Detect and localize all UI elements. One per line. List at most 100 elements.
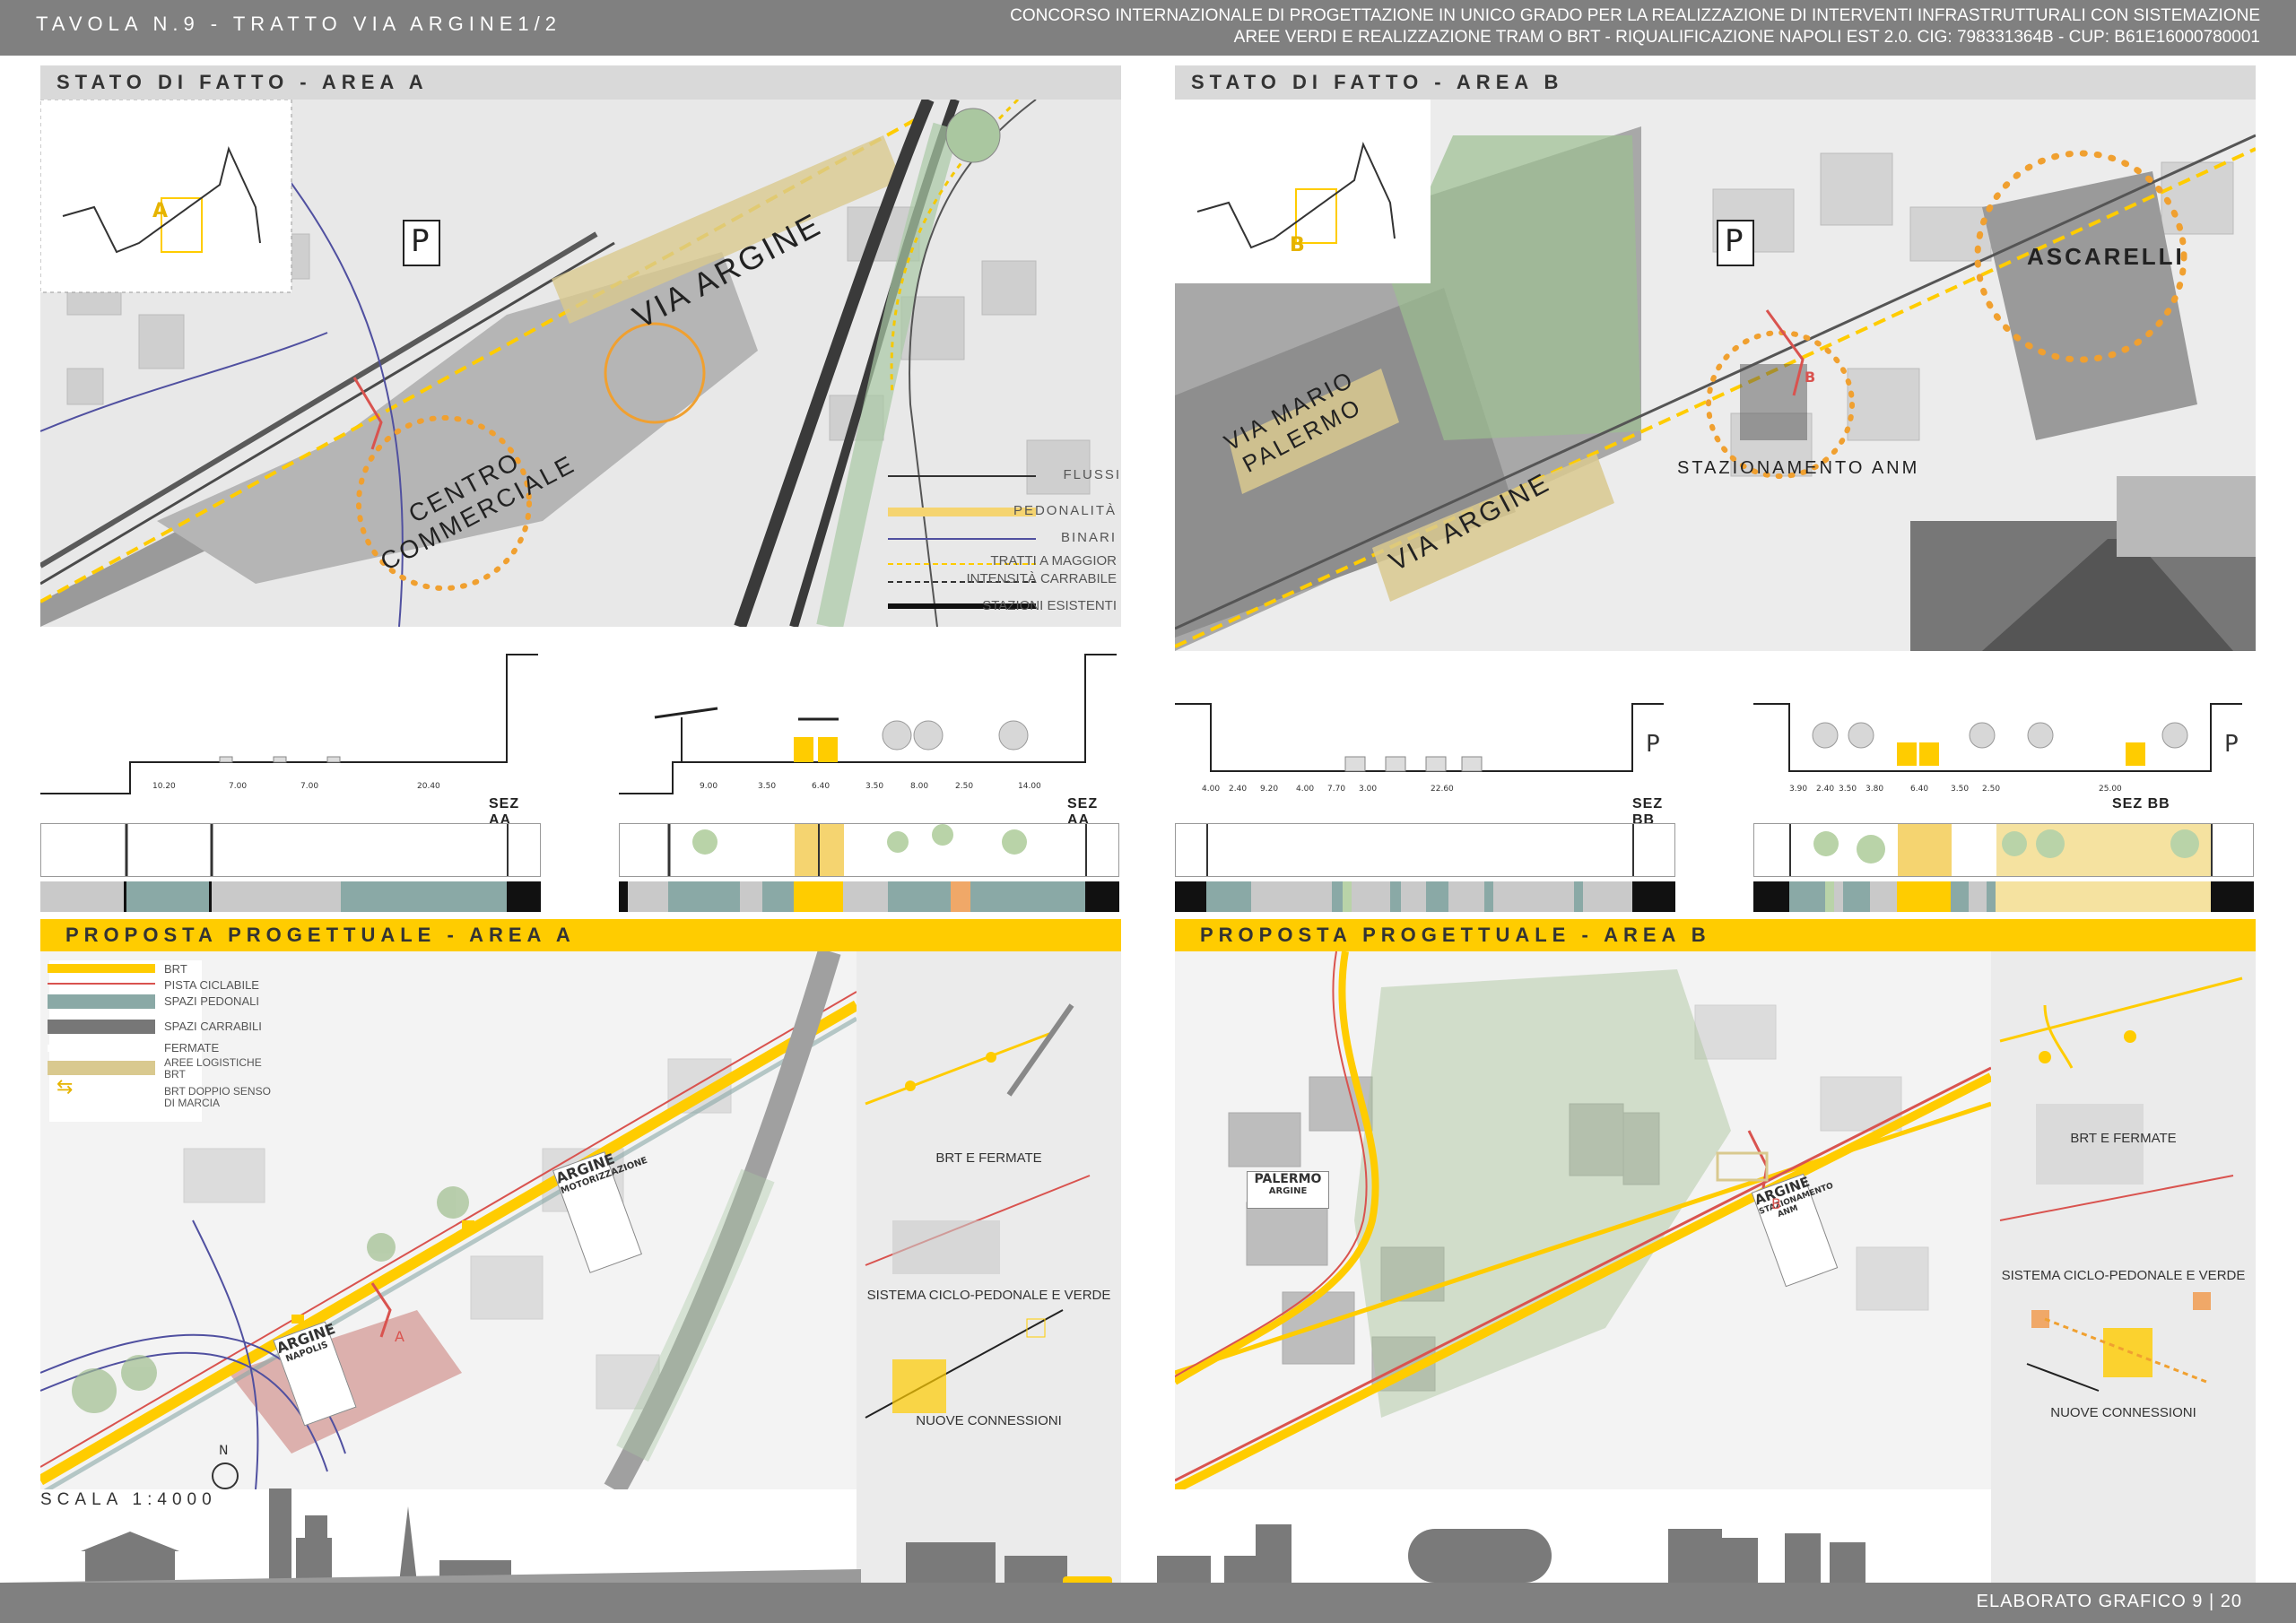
area-a-proposal-title: PROPOSTA PROGETTUALE - AREA A [40,919,1121,951]
plan-drawing [125,824,509,876]
section-b-existing: 4.00 2.40 9.20 4.00 7.70 3.00 22.60 P SE… [1175,646,1677,828]
caption-ciclo-pedonale-b: SISTEMA CICLO-PEDONALE E VERDE [2001,1268,2246,1283]
legend-doppio-senso: BRT DOPPIO SENSO DI MARCIA [164,1086,271,1109]
bar-drawing [124,881,541,912]
stop-palermo-argine: PALERMO ARGINE [1247,1171,1329,1209]
legend-tratti: TRATTI A MAGGIOR [990,553,1117,568]
key-map-letter-b: B [1290,234,1305,256]
dim-a-pr-4: 3.50 [865,782,884,791]
footer-bar [0,1583,2296,1623]
dim-b-pr-3: 3.50 [1839,785,1857,794]
section-b-existing-bar [1175,881,1675,912]
legend-aree-line2: BRT [164,1068,186,1081]
dim-a-ex-3: 7.00 [300,782,319,791]
scale-label: SCALA 1:4000 [40,1490,217,1509]
dim-b-pr-7: 2.50 [1982,785,2001,794]
legend-fermate: FERMATE [164,1041,220,1055]
dim-b-ex-4: 4.00 [1296,785,1315,794]
section-a-existing-drawing [40,654,538,794]
dim-a-pr-7: 14.00 [1018,782,1041,791]
plan-drawing [667,824,1087,876]
stop-name: PALERMO [1254,1172,1322,1186]
dim-b-ex-3: 9.20 [1260,785,1279,794]
caption-nuove-connessioni: NUOVE CONNESSIONI [916,1413,1062,1428]
section-a-project-plan [619,823,1119,877]
legend-pedonalita: PEDONALITÀ [1013,503,1117,518]
dim-a-pr-3: 6.40 [812,782,831,791]
dim-b-ex-5: 7.70 [1327,785,1346,794]
svg-text:⇆: ⇆ [57,1076,73,1098]
plan-drawing [1789,824,2213,876]
section-a-project-bar [619,881,1119,912]
area-b-state-title: STATO DI FATTO - AREA B [1175,65,2256,100]
dim-a-pr-5: 8.00 [910,782,929,791]
dim-b-ex-7: 22.60 [1431,785,1454,794]
bar-drawing [1175,881,1675,912]
legend-aree-logistiche: AREE LOGISTICHE BRT [164,1057,262,1081]
dim-a-pr-2: 3.50 [758,782,777,791]
competition-title: CONCORSO INTERNAZIONALE DI PROGETTAZIONE… [825,5,2260,48]
section-b-project-plan [1753,823,2254,877]
area-b-proposal-title: PROPOSTA PROGETTUALE - AREA B [1175,919,2256,951]
caption-brt-fermate: BRT E FERMATE [935,1150,1042,1166]
caption-ciclo-pedonale: SISTEMA CICLO-PEDONALE E VERDE [866,1288,1111,1303]
cut-marker-b-proposal: B [1771,1195,1781,1212]
competition-title-line1: CONCORSO INTERNAZIONALE DI PROGETTAZIONE… [1010,6,2260,25]
area-a-map-drawing [40,100,1121,627]
dim-b-pr-2: 2.40 [1816,785,1835,794]
section-a-existing-bar [40,881,541,912]
bar-drawing [1753,881,2254,912]
cut-marker-b: B [1805,369,1816,386]
sheet-title: TAVOLA N.9 - TRATTO VIA ARGINE1/2 [36,13,561,35]
section-b-project-label: SEZ BB [2112,796,2170,812]
section-b-project-bar [1753,881,2254,912]
parking-symbol: P [411,223,430,259]
section-b-existing-plan [1175,823,1675,877]
section-a-existing: 10.20 7.00 7.00 20.40 SEZ AA [40,646,543,828]
dim-b-pr-8: 25.00 [2099,785,2122,794]
poi-stazionamento-anm: STAZIONAMENTO ANM [1677,458,1920,478]
area-a-proposal-map: ⇆ BRT PISTA CICLABILE SPAZI PEDONALI SPA… [40,951,857,1489]
section-b-existing-drawing [1175,703,1664,772]
dim-a-ex-4: 20.40 [417,782,440,791]
legend-intensita: INTENSITÀ CARRABILE [966,571,1117,586]
parking-symbol-section-b2: P [2224,731,2239,758]
caption-brt-fermate-b: BRT E FERMATE [2070,1131,2177,1146]
section-a-project: 9.00 3.50 6.40 3.50 8.00 2.50 14.00 SEZ … [619,646,1121,828]
plan-drawing [1206,824,1634,876]
dim-b-pr-1: 3.90 [1789,785,1808,794]
poi-ascarelli: ASCARELLI [2027,243,2185,270]
key-map-letter-a: A [152,200,169,222]
stop-sub: ARGINE [1268,1186,1308,1196]
area-b-state-map: B P VIA MARIO PALERMO VIA ARGINE ASCAREL… [1175,100,2256,651]
legend-doppio-line2: DI MARCIA [164,1097,221,1109]
area-a-state-title: STATO DI FATTO - AREA A [40,65,1121,100]
legend-pista: PISTA CICLABILE [164,978,259,992]
north-arrow-icon [212,1462,239,1489]
side-panel-a-drawing [865,1003,1091,1419]
dim-a-ex-1: 10.20 [152,782,176,791]
skyline-drawing [0,1488,1866,1594]
dim-b-pr-4: 3.80 [1866,785,1884,794]
section-b-project: 3.90 2.40 3.50 3.80 6.40 3.50 2.50 25.00… [1753,646,2256,812]
legend-spazi-pedonali: SPAZI PEDONALI [164,994,259,1008]
page-number: ELABORATO GRAFICO 9 | 20 [1976,1592,2242,1611]
area-a-proposal-drawing: ⇆ [40,951,857,1489]
area-b-proposal-map: PALERMO ARGINE ARGINE STAZIONAMENTO ANM … [1175,951,1991,1489]
dim-a-pr-6: 2.50 [955,782,974,791]
dim-a-pr-1: 9.00 [700,782,718,791]
dim-b-ex-1: 4.00 [1202,785,1221,794]
area-b-proposal-drawing [1175,951,1991,1489]
legend-binari: BINARI [1060,530,1117,545]
parking-symbol-b: P [1725,223,1744,259]
legend-stazioni: STAZIONI ESISTENTI [982,598,1117,613]
dim-b-pr-5: 6.40 [1910,785,1929,794]
dim-b-pr-6: 3.50 [1951,785,1970,794]
skyline [0,1471,2296,1594]
area-a-state-map: A P VIA ARGINE CENTRO COMMERCIALE FLUSSI… [40,100,1121,627]
dim-a-ex-2: 7.00 [229,782,248,791]
north-label: N [219,1444,229,1458]
parking-symbol-section-b: P [1646,731,1660,758]
dim-b-ex-2: 2.40 [1229,785,1248,794]
section-a-existing-plan [40,823,541,877]
